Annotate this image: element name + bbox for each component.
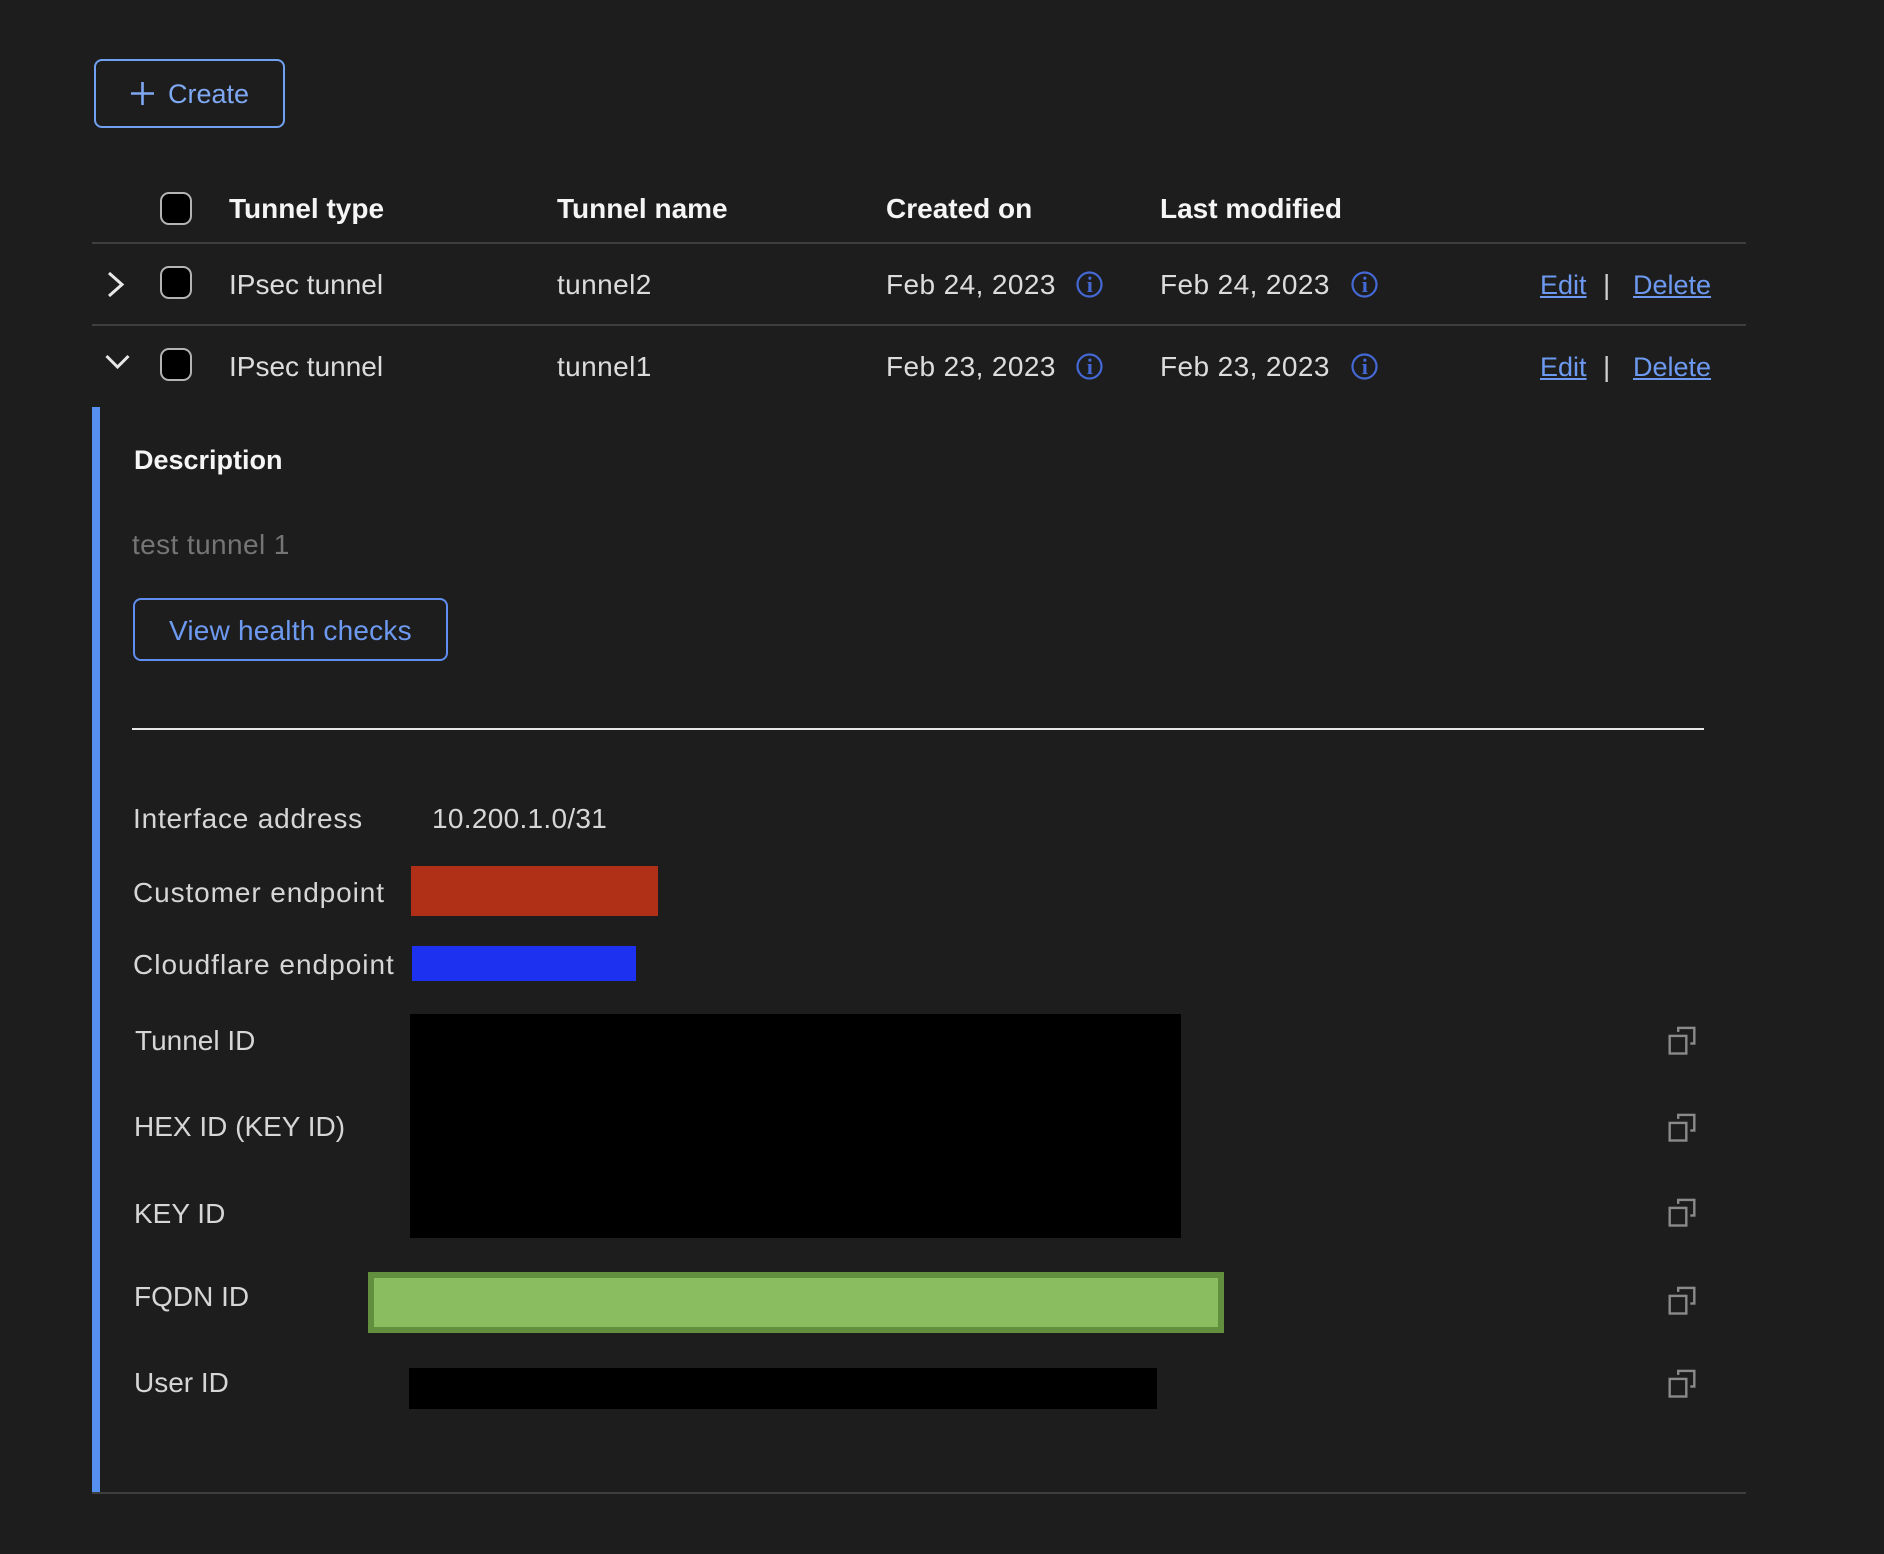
svg-text:i: i (1087, 354, 1093, 379)
svg-text:i: i (1362, 272, 1368, 297)
svg-text:i: i (1362, 354, 1368, 379)
svg-text:i: i (1087, 272, 1093, 297)
